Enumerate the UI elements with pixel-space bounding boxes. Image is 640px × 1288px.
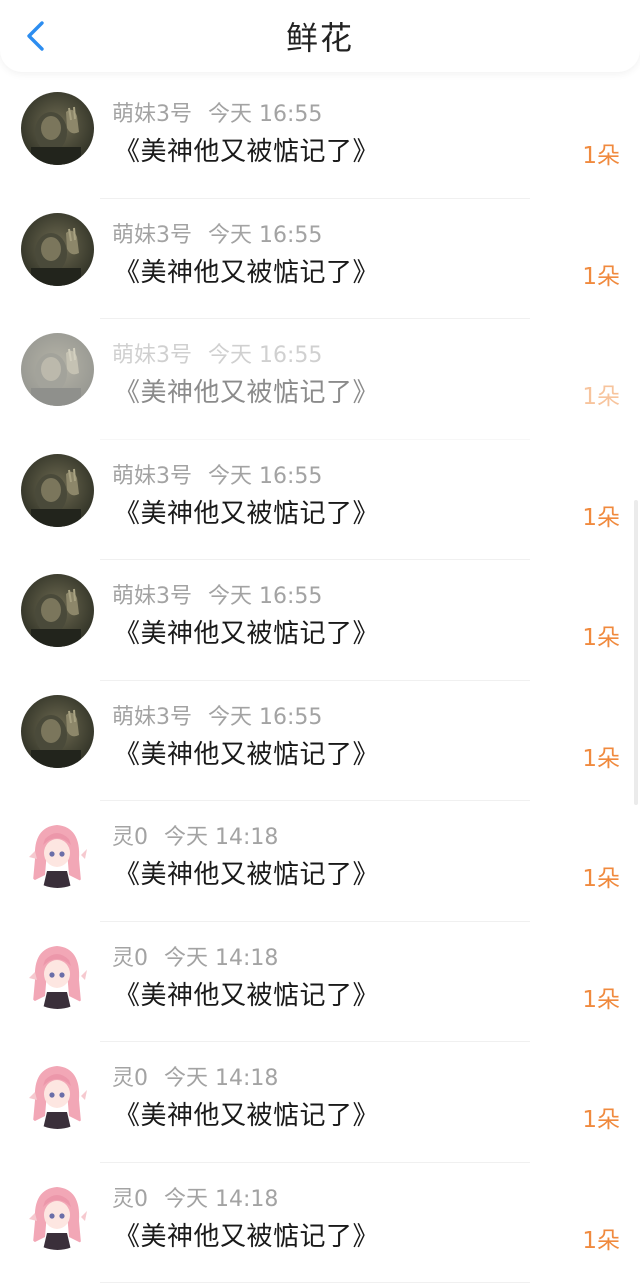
list-item-meta: 萌妹3号 今天 16:55 (112, 337, 322, 369)
anime-girl-avatar[interactable] (21, 935, 94, 1009)
flower-count: 1朵 (582, 384, 620, 410)
username[interactable]: 萌妹3号 (112, 343, 192, 368)
dark-portrait-avatar[interactable] (21, 333, 94, 406)
page-title: 鲜花 (285, 19, 354, 57)
top-bar: 鲜花 (0, 0, 640, 72)
flower-count: 1朵 (582, 1227, 620, 1254)
flower-count: 1朵 (582, 263, 620, 290)
timestamp: 今天 16:55 (208, 584, 323, 609)
timestamp: 今天 14:18 (164, 825, 279, 850)
timestamp: 今天 16:55 (208, 704, 323, 730)
scrollbar[interactable] (634, 500, 638, 805)
username[interactable]: 灵0 (112, 1187, 148, 1212)
list-item[interactable]: 灵0 今天 14:18 《美神他又被惦记了》 1朵 (0, 1163, 640, 1283)
list-item[interactable]: 灵0 今天 14:18 《美神他又被惦记了》 1朵 (0, 922, 640, 1042)
username[interactable]: 灵0 (112, 946, 148, 971)
timestamp: 今天 16:55 (208, 222, 323, 248)
timestamp: 今天 16:55 (208, 463, 323, 489)
anime-girl-avatar[interactable] (21, 1176, 94, 1250)
list-item-meta: 灵0 今天 14:18 (112, 1060, 278, 1092)
flower-count: 1朵 (582, 866, 620, 892)
username[interactable]: 灵0 (112, 825, 148, 850)
list-item-meta: 萌妹3号 今天 16:55 (112, 96, 322, 128)
book-title: 《美神他又被惦记了》 (114, 498, 380, 529)
timestamp: 今天 16:55 (208, 102, 323, 127)
flower-count: 1朵 (582, 625, 620, 651)
username[interactable]: 萌妹3号 (112, 223, 192, 248)
timestamp: 今天 14:18 (164, 1186, 279, 1212)
username[interactable]: 萌妹3号 (112, 705, 192, 730)
dark-portrait-avatar[interactable] (21, 574, 94, 647)
book-title: 《美神他又被惦记了》 (114, 137, 380, 167)
list-item-meta: 萌妹3号 今天 16:55 (112, 699, 322, 731)
book-title: 《美神他又被惦记了》 (114, 980, 380, 1011)
list-item[interactable]: 萌妹3号 今天 16:55 《美神他又被惦记了》 1朵 (0, 78, 640, 199)
list-item[interactable]: 灵0 今天 14:18 《美神他又被惦记了》 1朵 (0, 801, 640, 922)
list-item-meta: 萌妹3号 今天 16:55 (112, 217, 322, 249)
flower-gift-list-page: 鲜花 萌妹3号 今天 16:55 《美神他又被惦记了》 1朵 萌妹3号 今天 16:… (0, 0, 640, 1288)
book-title: 《美神他又被惦记了》 (114, 1221, 380, 1252)
username[interactable]: 灵0 (112, 1066, 148, 1091)
timestamp: 今天 14:18 (164, 1066, 279, 1091)
book-title: 《美神他又被惦记了》 (114, 1101, 380, 1131)
book-title: 《美神他又被惦记了》 (114, 619, 380, 649)
book-title: 《美神他又被惦记了》 (114, 257, 380, 288)
dark-portrait-avatar[interactable] (21, 694, 94, 768)
list-item-meta: 灵0 今天 14:18 (112, 1181, 278, 1213)
list-item-meta: 萌妹3号 今天 16:55 (112, 458, 322, 490)
list-item[interactable]: 萌妹3号 今天 16:55 《美神他又被惦记了》 1朵 (0, 681, 640, 801)
list-item-meta: 灵0 今天 14:18 (112, 940, 278, 972)
book-title: 《美神他又被惦记了》 (114, 739, 380, 770)
flower-count: 1朵 (582, 745, 620, 772)
flower-count: 1朵 (582, 143, 620, 169)
list-item[interactable]: 灵0 今天 14:18 《美神他又被惦记了》 1朵 (0, 1042, 640, 1163)
dark-portrait-avatar[interactable] (21, 92, 94, 165)
timestamp: 今天 14:18 (164, 945, 279, 971)
list-item[interactable]: 萌妹3号 今天 16:55 《美神他又被惦记了》 1朵 (0, 319, 640, 440)
anime-girl-avatar[interactable] (21, 815, 94, 888)
username[interactable]: 萌妹3号 (112, 464, 192, 489)
gift-list: 萌妹3号 今天 16:55 《美神他又被惦记了》 1朵 萌妹3号 今天 16:55 … (0, 78, 640, 1283)
list-item[interactable]: 萌妹3号 今天 16:55 《美神他又被惦记了》 1朵 (0, 199, 640, 319)
anime-girl-avatar[interactable] (21, 1056, 94, 1129)
list-item-meta: 灵0 今天 14:18 (112, 819, 278, 851)
dark-portrait-avatar[interactable] (21, 212, 94, 286)
flower-count: 1朵 (582, 986, 620, 1013)
timestamp: 今天 16:55 (208, 343, 323, 368)
book-title: 《美神他又被惦记了》 (114, 860, 380, 890)
divider (100, 1282, 530, 1283)
flower-count: 1朵 (582, 1107, 620, 1133)
dark-portrait-avatar[interactable] (21, 453, 94, 527)
username[interactable]: 萌妹3号 (112, 584, 192, 609)
username[interactable]: 萌妹3号 (112, 102, 192, 127)
flower-count: 1朵 (582, 504, 620, 531)
list-item[interactable]: 萌妹3号 今天 16:55 《美神他又被惦记了》 1朵 (0, 560, 640, 681)
list-item-meta: 萌妹3号 今天 16:55 (112, 578, 322, 610)
book-title: 《美神他又被惦记了》 (114, 378, 380, 408)
list-item[interactable]: 萌妹3号 今天 16:55 《美神他又被惦记了》 1朵 (0, 440, 640, 560)
